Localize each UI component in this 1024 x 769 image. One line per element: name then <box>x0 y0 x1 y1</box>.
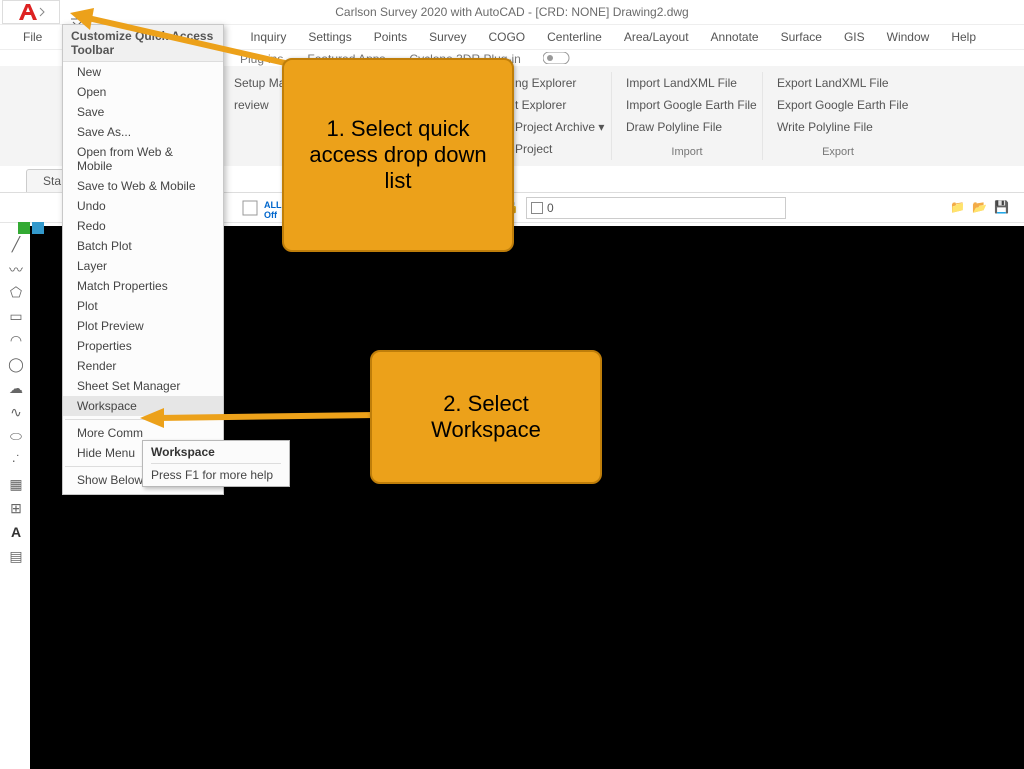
ellipse-tool-icon[interactable]: ⬭ <box>8 428 24 444</box>
table-tool-icon[interactable]: ▤ <box>8 548 24 564</box>
circle-tool-icon[interactable]: ◯ <box>8 356 24 372</box>
menu-points[interactable]: Points <box>363 25 418 49</box>
ribbon-play-icon[interactable] <box>535 50 581 69</box>
line-tool-icon[interactable]: ╱ <box>8 236 24 252</box>
menu-window[interactable]: Window <box>876 25 941 49</box>
text-tool-icon[interactable]: A <box>8 524 24 540</box>
menu-annotate[interactable]: Annotate <box>700 25 770 49</box>
qat-item-plotpreview[interactable]: Plot Preview <box>63 316 223 336</box>
palette-green-icon[interactable] <box>18 222 30 234</box>
import-item-2[interactable]: Draw Polyline File <box>622 116 752 138</box>
explorer-item-1[interactable]: t Explorer <box>511 94 601 116</box>
folder-icon[interactable]: 📁 <box>950 200 966 216</box>
application-menu-button[interactable] <box>2 0 60 24</box>
left-toolbar: ╱ 〰 ⬠ ▭ ◠ ◯ ☁ ∿ ⬭ ·˙ ▦ ⊞ A ▤ <box>4 226 28 769</box>
arc-tool-icon[interactable]: ◠ <box>8 332 24 348</box>
arrow-2-icon <box>140 400 380 430</box>
palette-icons <box>18 222 44 234</box>
import-item-0[interactable]: Import LandXML File <box>622 72 752 94</box>
explorer-item-0[interactable]: ng Explorer <box>511 72 601 94</box>
export-panel-label: Export <box>763 146 913 158</box>
import-item-1[interactable]: Import Google Earth File <box>622 94 752 116</box>
qat-item-batchplot[interactable]: Batch Plot <box>63 236 223 256</box>
open-folder-icon[interactable]: 📂 <box>972 200 988 216</box>
tooltip-help: Press F1 for more help <box>151 463 281 482</box>
ribbon-panel-explorer: ng Explorer t Explorer Project Archive ▾… <box>501 72 612 160</box>
menu-centerline[interactable]: Centerline <box>536 25 613 49</box>
qat-item-properties[interactable]: Properties <box>63 336 223 356</box>
menu-file[interactable]: File <box>12 25 53 49</box>
ribbon-panel-import: Import LandXML File Import Google Earth … <box>612 72 763 160</box>
point-tool-icon[interactable]: ·˙ <box>8 452 24 468</box>
tooltip-title: Workspace <box>151 445 281 463</box>
menu-cogo[interactable]: COGO <box>477 25 536 49</box>
menu-help[interactable]: Help <box>940 25 987 49</box>
hatch-tool-icon[interactable]: ▦ <box>8 476 24 492</box>
palette-blue-icon[interactable] <box>32 222 44 234</box>
setup-item-a[interactable]: Setup Ma <box>230 72 290 94</box>
layer-combo[interactable]: 0 <box>526 197 786 219</box>
export-item-1[interactable]: Export Google Earth File <box>773 94 903 116</box>
callout-2-text: 2. Select Workspace <box>386 391 586 443</box>
spline-tool-icon[interactable]: ∿ <box>8 404 24 420</box>
export-item-2[interactable]: Write Polyline File <box>773 116 903 138</box>
explorer-item-2[interactable]: Project Archive ▾ <box>511 116 601 138</box>
workspace-tooltip: Workspace Press F1 for more help <box>142 440 290 487</box>
color-swatch-icon[interactable] <box>242 200 258 216</box>
callout-1-text: 1. Select quick access drop down list <box>298 116 498 194</box>
qat-item-sheetset[interactable]: Sheet Set Manager <box>63 376 223 396</box>
qat-item-matchprops[interactable]: Match Properties <box>63 276 223 296</box>
setup-item-b[interactable]: review <box>230 94 290 116</box>
cloud-tool-icon[interactable]: ☁ <box>8 380 24 396</box>
qat-item-plot[interactable]: Plot <box>63 296 223 316</box>
qat-item-redo[interactable]: Redo <box>63 216 223 236</box>
polyline-tool-icon[interactable]: 〰 <box>8 260 24 276</box>
menu-settings[interactable]: Settings <box>297 25 362 49</box>
qat-item-open[interactable]: Open <box>63 82 223 102</box>
qat-item-save[interactable]: Save <box>63 102 223 122</box>
grid-tool-icon[interactable]: ⊞ <box>8 500 24 516</box>
qat-item-saveweb[interactable]: Save to Web & Mobile <box>63 176 223 196</box>
rect-tool-icon[interactable]: ▭ <box>8 308 24 324</box>
layer-alloff-icon[interactable]: ALLOff <box>264 200 284 216</box>
qat-item-layer[interactable]: Layer <box>63 256 223 276</box>
menu-surface[interactable]: Surface <box>770 25 833 49</box>
qat-item-undo[interactable]: Undo <box>63 196 223 216</box>
export-item-0[interactable]: Export LandXML File <box>773 72 903 94</box>
menu-gis[interactable]: GIS <box>833 25 876 49</box>
callout-1: 1. Select quick access drop down list <box>282 58 514 252</box>
arrow-1-icon <box>70 8 290 68</box>
ribbon-panel-export: Export LandXML File Export Google Earth … <box>763 72 913 160</box>
callout-2: 2. Select Workspace <box>370 350 602 484</box>
qat-item-openweb[interactable]: Open from Web & Mobile <box>63 142 223 176</box>
menu-survey[interactable]: Survey <box>418 25 477 49</box>
qat-item-render[interactable]: Render <box>63 356 223 376</box>
import-panel-label: Import <box>612 146 762 158</box>
save-disk-icon[interactable]: 💾 <box>994 200 1010 216</box>
window-title: Carlson Survey 2020 with AutoCAD - [CRD:… <box>335 5 688 19</box>
polygon-tool-icon[interactable]: ⬠ <box>8 284 24 300</box>
explorer-item-3[interactable]: Project <box>511 138 601 160</box>
menu-arealayout[interactable]: Area/Layout <box>613 25 700 49</box>
qat-item-saveas[interactable]: Save As... <box>63 122 223 142</box>
